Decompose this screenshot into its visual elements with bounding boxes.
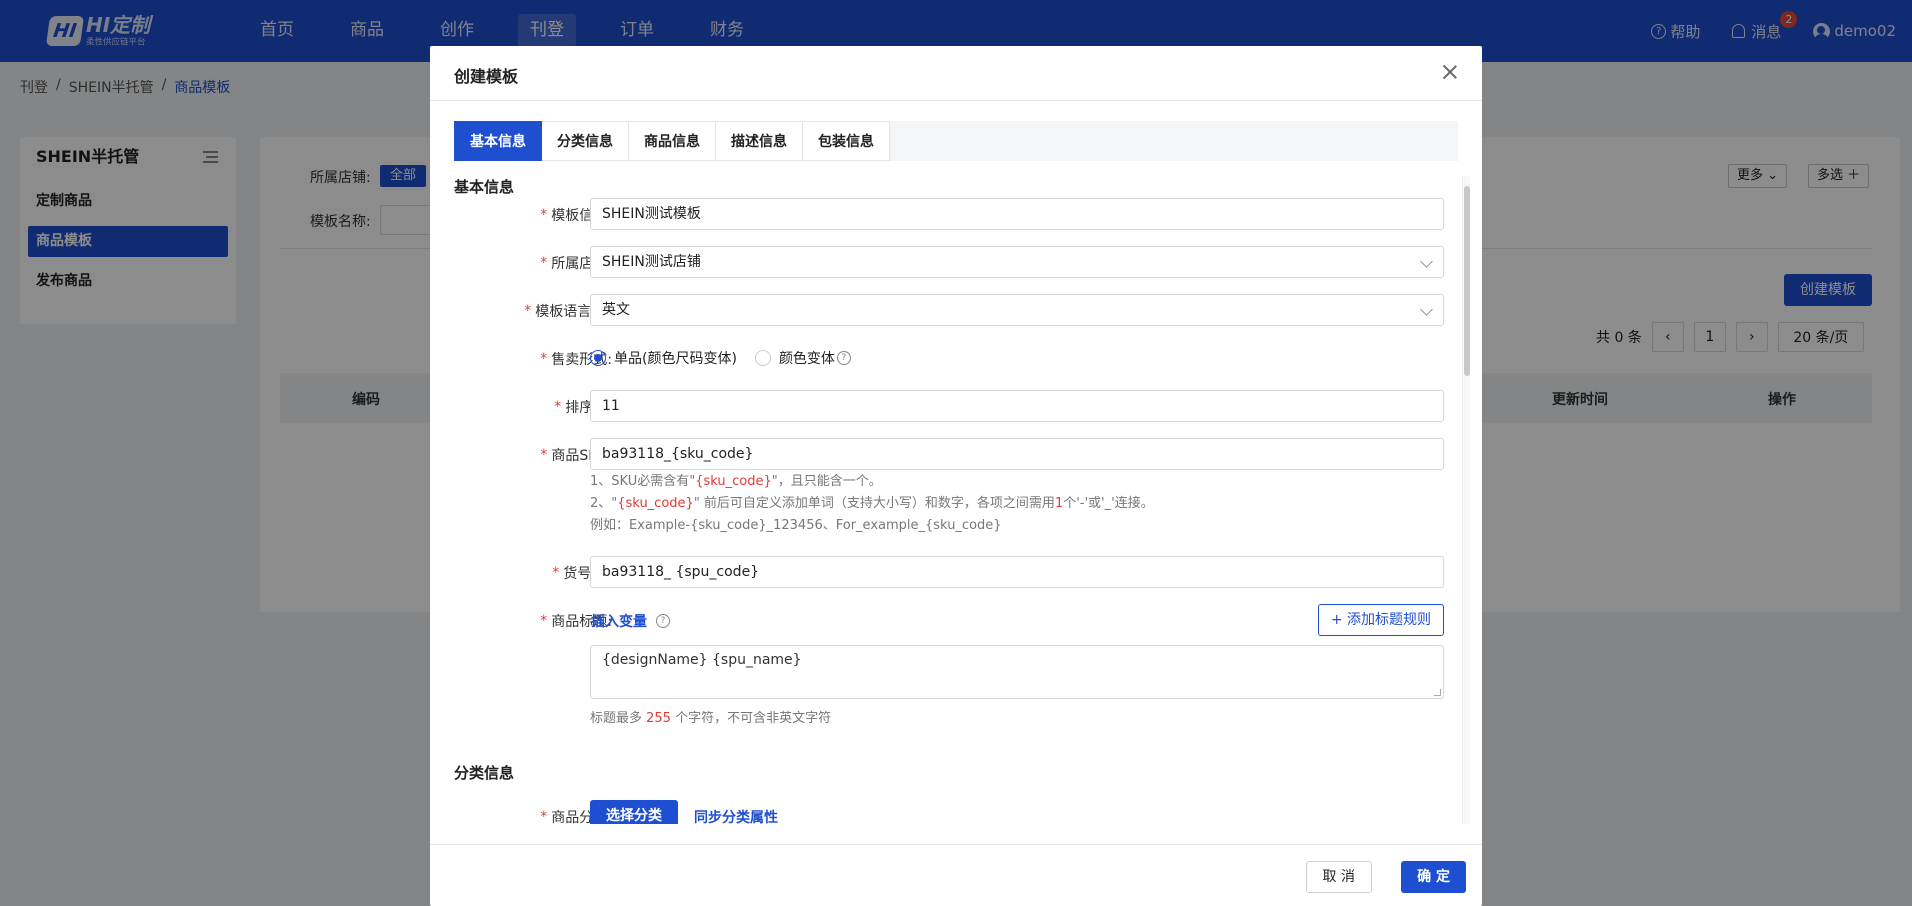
create-template-dialog: 创建模板 基本信息 分类信息 商品信息 描述信息 包装信息 基本信息 * 模板信息…: [430, 46, 1482, 906]
close-icon[interactable]: [1440, 62, 1460, 82]
chevron-down-icon: [1420, 255, 1433, 268]
radio-single-item[interactable]: [590, 350, 606, 366]
item-number-input[interactable]: ba93118_ {spu_code}: [590, 556, 1444, 588]
insert-variable-link[interactable]: 插入变量: [591, 611, 647, 631]
confirm-button[interactable]: 确 定: [1401, 861, 1466, 893]
title-hint: 标题最多 255 个字符，不可含非英文字符: [590, 711, 832, 726]
store-select[interactable]: SHEIN测试店铺: [590, 246, 1444, 278]
chevron-down-icon: [1420, 303, 1433, 316]
tab-product-info[interactable]: 商品信息: [629, 121, 716, 161]
language-label: 模板语言: [535, 304, 592, 320]
dialog-form: 基本信息 * 模板信息: SHEIN测试模板 * 所属店铺: SHEIN测试店铺 *…: [430, 176, 1482, 824]
dialog-title: 创建模板: [454, 67, 519, 86]
tab-basic-info[interactable]: 基本信息: [454, 121, 542, 161]
resize-handle-icon[interactable]: [1434, 689, 1441, 696]
add-title-rule-button[interactable]: + 添加标题规则: [1317, 604, 1444, 636]
dialog-scrollbar[interactable]: [1462, 176, 1470, 824]
sort-input[interactable]: 11: [590, 390, 1444, 422]
tab-category-info[interactable]: 分类信息: [542, 121, 629, 161]
radio-color-variant[interactable]: [754, 350, 771, 366]
category-info-heading: 分类信息: [454, 764, 515, 782]
language-select[interactable]: 英文: [590, 294, 1444, 326]
help-icon[interactable]: ?: [656, 614, 670, 628]
product-title-textarea[interactable]: {designName} {spu_name}: [590, 645, 1444, 699]
sync-category-attributes-link[interactable]: 同步分类属性: [694, 807, 778, 824]
scrollbar-thumb[interactable]: [1464, 186, 1470, 376]
select-category-button[interactable]: 选择分类: [590, 800, 678, 824]
item-number-label: 货号: [563, 566, 592, 582]
dialog-tabs: 基本信息 分类信息 商品信息 描述信息 包装信息: [454, 121, 1458, 161]
cancel-button[interactable]: 取 消: [1305, 861, 1372, 893]
sale-mode-radio-group: 单品(颜色尺码变体) 颜色变体 ?: [590, 348, 851, 368]
sku-input[interactable]: ba93118_{sku_code}: [590, 438, 1444, 470]
tab-packaging-info[interactable]: 包装信息: [803, 121, 890, 161]
sku-hint: 1、SKU必需含有"{sku_code}"，且只能含一个。 2、"{sku_co…: [590, 474, 1154, 533]
template-info-input[interactable]: SHEIN测试模板: [590, 198, 1444, 230]
help-icon[interactable]: ?: [836, 351, 851, 365]
basic-info-heading: 基本信息: [454, 178, 515, 196]
tab-description-info[interactable]: 描述信息: [716, 121, 803, 161]
